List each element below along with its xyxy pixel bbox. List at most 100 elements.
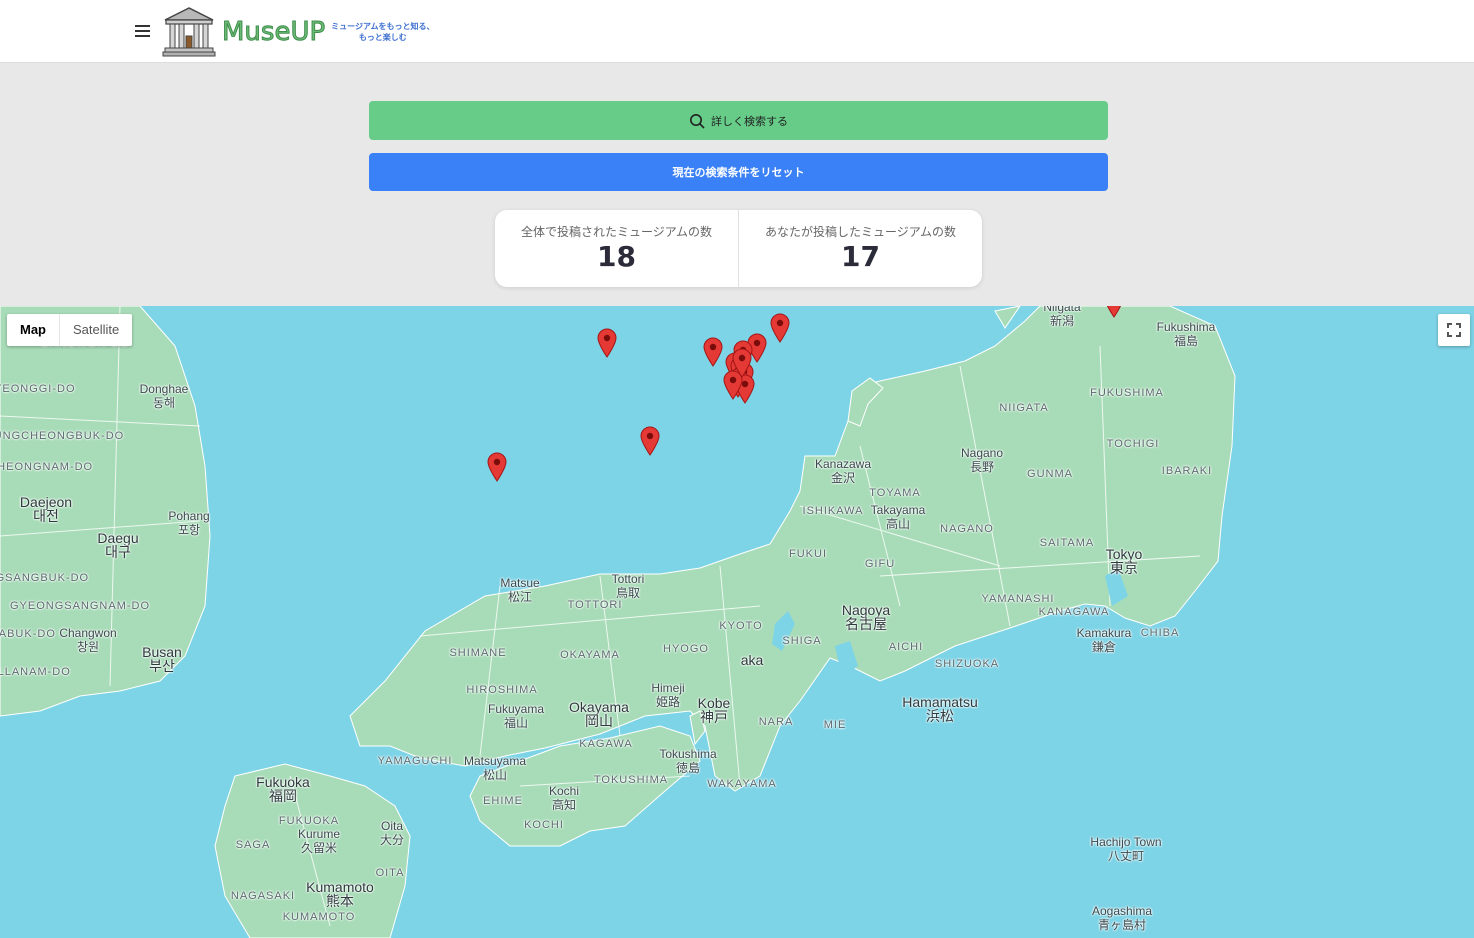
logo-wordmark: MuseUP	[221, 16, 326, 47]
label-jp: 高山	[885, 517, 911, 531]
map-label-saga: SAGA	[235, 839, 271, 851]
my-museums-label: あなたが投稿したミュージアムの数	[765, 225, 956, 239]
map-pin-icon[interactable]	[770, 313, 790, 343]
hamburger-icon[interactable]	[134, 22, 152, 38]
reset-search-button[interactable]: 現在の検索条件をリセット	[369, 153, 1108, 191]
map-label-kagawa: KAGAWA	[579, 738, 633, 750]
sado-island	[994, 306, 1021, 329]
label-en: Tokushima	[659, 747, 717, 761]
map-label-chiba: CHIBA	[1140, 627, 1180, 639]
map-label-donghae: Donghae 동해	[140, 382, 189, 410]
map-label-ehime: EHIME	[483, 795, 523, 807]
fullscreen-button[interactable]	[1438, 314, 1470, 346]
label-en: Donghae	[139, 382, 189, 396]
map-label-shizuoka: SHIZUOKA	[934, 658, 1000, 670]
site-logo[interactable]: MuseUP ミュージアムをもっと知る、 もっと楽しむ	[162, 5, 434, 58]
label-en: Matsuyama	[463, 754, 527, 768]
detailed-search-button[interactable]: 詳しく検索する	[369, 101, 1108, 140]
label-en: Daejeon	[19, 494, 73, 510]
map-label-daejeon: Daejeon 대전	[20, 495, 72, 523]
map-pin-icon[interactable]	[732, 348, 752, 378]
map-label-hiroshima: HIROSHIMA	[466, 684, 538, 696]
map-label-matsuyama: Matsuyama 松山	[464, 754, 526, 782]
label-jp: 長野	[969, 460, 995, 474]
reset-search-label: 現在の検索条件をリセット	[672, 167, 805, 179]
label-en: Fukuoka	[256, 774, 310, 790]
map-label-oita-pref: OITA	[375, 867, 405, 879]
label-en: Busan	[142, 644, 182, 660]
map-label-kochi-city: Kochi 高知	[549, 784, 579, 812]
map-pin-icon[interactable]	[640, 426, 660, 456]
map-pin-icon[interactable]	[487, 452, 507, 482]
map-label-osaka: aka	[740, 652, 764, 668]
map-label-tokushima-city: Tokushima 徳島	[659, 747, 716, 775]
label-en: Changwon	[59, 626, 117, 640]
map-label-shiga: SHIGA	[782, 635, 822, 647]
label-en: Kochi	[548, 784, 580, 798]
map-label-nagano-pref: NAGANO	[940, 523, 994, 535]
map-type-satellite-button[interactable]: Satellite	[59, 314, 132, 346]
map-label-himeji: Himeji 姫路	[651, 681, 684, 709]
label-jp: 久留米	[300, 841, 337, 855]
map-pin-icon[interactable]	[703, 337, 723, 367]
map-pin-icon[interactable]	[1104, 306, 1124, 318]
top-header: MuseUP ミュージアムをもっと知る、 もっと楽しむ	[0, 0, 1474, 63]
label-en: Nagoya	[841, 602, 891, 618]
map-type-map-button[interactable]: Map	[7, 314, 59, 346]
label-en: Tottori	[611, 572, 645, 586]
label-en: Daegu	[97, 530, 139, 546]
my-museums-count: 17	[841, 240, 880, 273]
map-label-okayama-pref: OKAYAMA	[560, 649, 620, 661]
museum-stats-card: 全体で投稿されたミュージアムの数 18 あなたが投稿したミュージアムの数 17	[495, 210, 982, 287]
map-label-tokushima-pref: TOKUSHIMA	[593, 774, 669, 786]
map-label-kanagawa: KANAGAWA	[1038, 606, 1110, 618]
search-icon	[690, 113, 705, 129]
museum-map[interactable]: Niigata 新潟 Fukushima 福島 FUKUSHIMA NIIGATA …	[0, 306, 1474, 938]
map-label-chungbuk: CHUNGCHEONGBUK-DO	[0, 430, 125, 442]
map-label-tochigi: TOCHIGI	[1106, 438, 1160, 450]
label-en: Okayama	[569, 699, 629, 715]
map-type-control: Map Satellite	[7, 314, 133, 346]
map-label-fukushima-pref: FUKUSHIMA	[1090, 387, 1164, 399]
map-label-fukuyama: Fukuyama 福山	[488, 702, 544, 730]
map-label-kochi-pref: KOCHI	[524, 819, 564, 831]
map-label-oita-city: Oita 大分	[380, 819, 404, 847]
map-label-kobe: Kobe 神戸	[698, 696, 731, 724]
label-kr: 부산	[149, 658, 175, 674]
map-label-busan: Busan 부산	[142, 645, 182, 673]
label-kr: 대구	[105, 544, 131, 560]
label-jp: 福山	[503, 716, 528, 730]
fullscreen-icon	[1447, 323, 1461, 337]
map-label-shimane: SHIMANE	[449, 647, 507, 659]
logo-tagline-line-2: もっと楽しむ	[358, 32, 407, 42]
map-label-takayama: Takayama 高山	[871, 503, 926, 531]
map-label-gyeonggi: GYEONGGI-DO	[0, 383, 76, 395]
map-label-kanazawa: Kanazawa 金沢	[815, 457, 871, 485]
logo-tagline: ミュージアムをもっと知る、 もっと楽しむ	[331, 21, 434, 43]
map-label-mie: MIE	[823, 719, 847, 731]
label-kr: 포항	[177, 523, 201, 537]
map-label-yamanashi: YAMANASHI	[981, 593, 1055, 605]
map-label-tottori-city: Tottori 鳥取	[612, 572, 645, 600]
label-kr: 동해	[152, 396, 176, 410]
map-label-niigata-pref: NIIGATA	[999, 402, 1049, 414]
label-jp: 姫路	[655, 695, 680, 709]
label-en: Kamakura	[1076, 626, 1132, 640]
map-label-okayama-city: Okayama 岡山	[569, 700, 629, 728]
label-kr: 창원	[76, 640, 100, 654]
label-jp: 金沢	[830, 471, 856, 485]
map-label-gyeongnam: GYEONGSANGNAM-DO	[9, 600, 151, 612]
total-museums-count: 18	[597, 240, 636, 273]
map-label-jeonbuk: JEOLLABUK-DO	[0, 628, 56, 640]
label-en: Tokyo	[1105, 546, 1143, 562]
label-en: Hachijo Town	[1090, 835, 1162, 849]
map-pin-icon[interactable]	[597, 328, 617, 358]
map-label-nagano-city: Nagano 長野	[961, 446, 1003, 474]
map-label-niigata: Niigata 新潟	[1043, 306, 1080, 328]
label-jp: 青ヶ島村	[1097, 918, 1147, 932]
label-kr: 대전	[33, 508, 59, 524]
museum-building-icon	[162, 6, 216, 56]
label-en: Kumamoto	[306, 879, 374, 895]
label-en: Kobe	[697, 695, 731, 711]
label-en: Takayama	[870, 503, 926, 517]
